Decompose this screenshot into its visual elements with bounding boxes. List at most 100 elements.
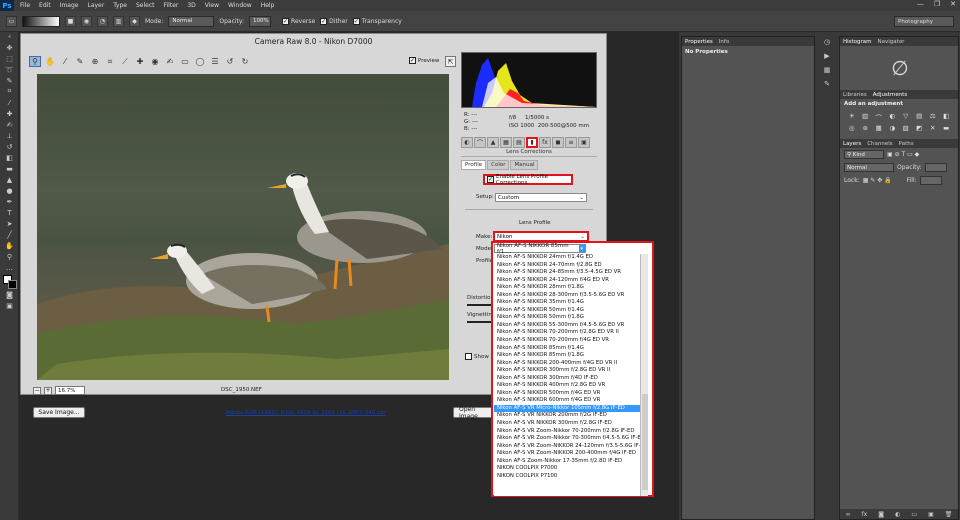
path-select-icon[interactable]: ➤ bbox=[0, 218, 19, 229]
tab-manual[interactable]: Manual bbox=[510, 160, 539, 170]
lens-model-option[interactable]: Nikon AF-S VR NIKKOR 200mm f/2G IF-ED bbox=[494, 412, 640, 420]
transparency-checkbox[interactable]: ✓ Transparency bbox=[352, 17, 402, 25]
new-layer-icon[interactable]: ▣ bbox=[928, 511, 934, 518]
rotate-right-icon[interactable]: ↻ bbox=[239, 56, 251, 67]
lens-model-option[interactable]: Nikon AF-S VR Micro-Nikkor 105mm f/2.8G … bbox=[494, 404, 640, 413]
tab-layers[interactable]: Layers bbox=[843, 141, 861, 147]
quick-select-icon[interactable]: ✎ bbox=[0, 75, 19, 86]
lock-icons[interactable]: ▦ ✎ ✥ 🔒 bbox=[863, 177, 892, 184]
lens-model-option[interactable]: Nikon AF-S NIKKOR 85mm f/1.8G bbox=[494, 352, 640, 360]
restore-button[interactable]: ❐ bbox=[934, 0, 940, 8]
gradient-tool-icon[interactable]: ▭ bbox=[6, 15, 17, 27]
open-image-button[interactable]: Open Image bbox=[453, 406, 493, 420]
trash-icon[interactable]: 🗑 bbox=[945, 511, 953, 518]
preferences-icon[interactable]: ☰ bbox=[209, 56, 221, 67]
straighten-icon[interactable]: ⟋ bbox=[119, 56, 131, 67]
adjust-brush-icon[interactable]: ✍ bbox=[164, 56, 176, 67]
menu-image[interactable]: Image bbox=[60, 2, 79, 9]
lens-model-option[interactable]: Nikon AF-S NIKKOR 24-85mm f/3.5-4.5G ED … bbox=[494, 269, 640, 277]
menu-layer[interactable]: Layer bbox=[87, 2, 104, 9]
presets-tab-icon[interactable]: ≡ bbox=[565, 136, 577, 148]
menu-edit[interactable]: Edit bbox=[39, 2, 51, 9]
dither-checkbox[interactable]: ✓ Dither bbox=[320, 17, 348, 25]
opacity-field[interactable]: 100% bbox=[249, 15, 272, 27]
selective-color-icon[interactable]: ✕ bbox=[927, 124, 939, 132]
type-tool-icon[interactable]: T bbox=[0, 207, 19, 218]
lasso-tool-icon[interactable]: ➰ bbox=[0, 64, 19, 75]
linear-gradient-icon[interactable]: ■ bbox=[65, 15, 76, 27]
tone-curve-tab-icon[interactable]: ⌒ bbox=[474, 136, 486, 148]
hand-icon[interactable]: ✋ bbox=[44, 56, 56, 67]
lens-model-option[interactable]: Nikon AF-S NIKKOR 24-120mm f/4G ED VR bbox=[494, 277, 640, 285]
radial-gradient-icon[interactable]: ◉ bbox=[81, 15, 92, 27]
menu-file[interactable]: File bbox=[20, 2, 30, 9]
fill-field[interactable] bbox=[919, 176, 942, 185]
red-eye-icon[interactable]: ◉ bbox=[149, 56, 161, 67]
close-button[interactable]: ✕ bbox=[950, 0, 956, 8]
distortion-slider[interactable] bbox=[467, 304, 492, 306]
threshold-icon[interactable]: ◩ bbox=[914, 124, 926, 132]
actions-icon[interactable]: ▶ bbox=[821, 50, 833, 61]
tab-channels[interactable]: Channels bbox=[867, 141, 892, 147]
spot-removal-icon[interactable]: ✚ bbox=[134, 56, 146, 67]
dropdown-scrollbar[interactable] bbox=[640, 254, 648, 496]
lens-model-option[interactable]: Nikon AF-S NIKKOR 35mm f/1.4G bbox=[494, 299, 640, 307]
clone-stamp-icon[interactable]: ⊥ bbox=[0, 130, 19, 141]
graduated-filter-icon[interactable]: ▭ bbox=[179, 56, 191, 67]
basic-tab-icon[interactable]: ◐ bbox=[461, 136, 473, 148]
notes-icon[interactable]: ✎ bbox=[821, 78, 833, 89]
more-tools-icon[interactable]: … bbox=[0, 262, 19, 273]
tab-properties[interactable]: Properties bbox=[685, 39, 713, 45]
lens-model-option[interactable]: Nikon AF-S NIKKOR 70-200mm f/2.8G ED VR … bbox=[494, 329, 640, 337]
hsl-tab-icon[interactable]: ▦ bbox=[500, 136, 512, 148]
lens-model-option[interactable]: Nikon AF-S NIKKOR 24-70mm f/2.8G ED bbox=[494, 262, 640, 270]
tab-adjustments[interactable]: Adjustments bbox=[873, 92, 907, 98]
lens-model-option[interactable]: Nikon AF-S VR Zoom-Nikkor 70-300mm f/4.5… bbox=[494, 435, 640, 443]
crop-tool-icon[interactable]: ⌗ bbox=[0, 86, 19, 97]
vignetting-slider[interactable] bbox=[467, 321, 492, 323]
lens-model-option[interactable]: Nikon AF-S NIKKOR 300mm f/4D IF-ED bbox=[494, 375, 640, 383]
zoom-out-button[interactable]: − bbox=[33, 386, 41, 395]
enable-profile-checkbox[interactable]: ✓ Enable Lens Profile Corrections bbox=[483, 174, 573, 186]
scrollbar-thumb[interactable] bbox=[642, 394, 648, 490]
lens-model-option[interactable]: NIKON COOLPIX P7100 bbox=[494, 473, 640, 481]
setup-select[interactable]: Custom ⌄ bbox=[495, 193, 587, 202]
tab-histogram[interactable]: Histogram bbox=[843, 39, 872, 45]
history-icon[interactable]: ◷ bbox=[821, 36, 833, 47]
lens-model-option[interactable]: Nikon AF-S NIKKOR 50mm f/1.8G bbox=[494, 314, 640, 322]
workspace-select[interactable]: Photography bbox=[894, 16, 954, 27]
mask-icon[interactable]: ◙ bbox=[878, 511, 884, 518]
menu-window[interactable]: Window bbox=[228, 2, 252, 9]
lens-model-option[interactable]: Nikon AF-S NIKKOR 85mm f/1.4G bbox=[494, 345, 640, 353]
posterize-icon[interactable]: ▨ bbox=[900, 124, 912, 132]
fullscreen-icon[interactable]: ⇱ bbox=[445, 56, 456, 67]
filter-icons[interactable]: ▣ ⊘ T ▭ ◆ bbox=[887, 151, 919, 158]
diamond-gradient-icon[interactable]: ◆ bbox=[129, 15, 140, 27]
blur-tool-icon[interactable]: ▲ bbox=[0, 174, 19, 185]
radial-filter-icon[interactable]: ◯ bbox=[194, 56, 206, 67]
lens-model-option[interactable]: Nikon AF-S VR Zoom-Nikkor 70-200mm f/2.8… bbox=[494, 428, 640, 436]
tab-profile[interactable]: Profile bbox=[461, 160, 487, 170]
tab-paths[interactable]: Paths bbox=[899, 141, 914, 147]
screen-mode-icon[interactable]: ▣ bbox=[0, 300, 19, 311]
lens-model-option[interactable]: Nikon AF-S NIKKOR 300mm f/2.8G ED VR II bbox=[494, 367, 640, 375]
lens-model-option[interactable]: Nikon AF-S NIKKOR 600mm f/4G ED VR bbox=[494, 397, 640, 405]
menu-select[interactable]: Select bbox=[136, 2, 155, 9]
model-select[interactable]: Nikon AF-S NIKKOR 85mm f/1.... ▾ bbox=[494, 243, 586, 255]
zoom-level-select[interactable]: 16.7% bbox=[55, 386, 85, 395]
curves-icon[interactable]: ⌒ bbox=[873, 112, 885, 122]
quick-mask-icon[interactable]: ◙ bbox=[0, 289, 19, 300]
hand-tool-icon[interactable]: ✋ bbox=[0, 240, 19, 251]
group-icon[interactable]: ▭ bbox=[911, 511, 917, 518]
snapshots-tab-icon[interactable]: ▣ bbox=[578, 136, 590, 148]
brightness-icon[interactable]: ☀ bbox=[846, 112, 858, 122]
lens-model-option[interactable]: Nikon AF-S NIKKOR 55-300mm f/4.5-5.6G ED… bbox=[494, 322, 640, 330]
levels-icon[interactable]: ▥ bbox=[860, 112, 872, 122]
tab-navigator[interactable]: Navigator bbox=[878, 39, 905, 45]
zoom-icon[interactable]: ⚲ bbox=[29, 56, 41, 67]
brush-presets-icon[interactable]: ▦ bbox=[821, 64, 833, 75]
mode-select[interactable]: Normal bbox=[168, 15, 215, 27]
kind-filter-select[interactable]: ⚲ Kind bbox=[844, 150, 884, 159]
eraser-icon[interactable]: ◧ bbox=[0, 152, 19, 163]
detail-tab-icon[interactable]: ▲ bbox=[487, 136, 499, 148]
